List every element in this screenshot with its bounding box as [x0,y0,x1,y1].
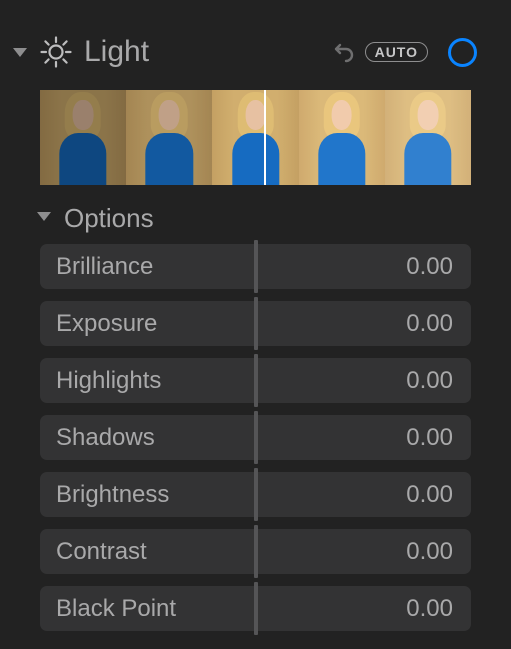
slider-contrast[interactable]: Contrast 0.00 [40,529,471,574]
slider-thumb[interactable] [254,582,258,635]
slider-value: 0.00 [406,253,453,281]
undo-icon[interactable] [331,40,355,64]
slider-thumb[interactable] [254,297,258,350]
chevron-down-icon [34,206,54,231]
slider-thumb[interactable] [254,525,258,578]
slider-shadows[interactable]: Shadows 0.00 [40,415,471,460]
light-adjust-panel: Light AUTO Options Brilliance0.00Exposur… [0,0,511,631]
enable-toggle[interactable] [448,38,477,67]
slider-thumb[interactable] [254,468,258,521]
slider-label: Highlights [40,367,161,395]
slider-highlights[interactable]: Highlights 0.00 [40,358,471,403]
sliders-list: Brilliance 0.00 Exposure 0.00 Highlights 0.00… [0,244,511,631]
slider-label: Exposure [40,310,157,338]
slider-label: Contrast [40,538,147,566]
sun-icon [40,36,72,68]
light-preview-strip[interactable] [40,90,471,185]
slider-exposure[interactable]: Exposure 0.00 [40,301,471,346]
preview-thumb [212,90,298,185]
slider-value: 0.00 [406,424,453,452]
slider-label: Black Point [40,595,176,623]
chevron-down-icon[interactable] [10,42,30,62]
strip-handle[interactable] [264,90,266,185]
preview-thumb [40,90,126,185]
slider-value: 0.00 [406,310,453,338]
slider-thumb[interactable] [254,411,258,464]
slider-brightness[interactable]: Brightness 0.00 [40,472,471,517]
slider-value: 0.00 [406,481,453,509]
options-title: Options [64,203,154,234]
slider-value: 0.00 [406,595,453,623]
panel-title: Light [84,35,321,69]
slider-label: Brilliance [40,253,153,281]
auto-button[interactable]: AUTO [365,42,428,62]
slider-label: Brightness [40,481,169,509]
slider-value: 0.00 [406,367,453,395]
slider-black-point[interactable]: Black Point 0.00 [40,586,471,631]
preview-thumb [299,90,385,185]
slider-value: 0.00 [406,538,453,566]
slider-thumb[interactable] [254,240,258,293]
slider-brilliance[interactable]: Brilliance 0.00 [40,244,471,289]
preview-thumb [385,90,471,185]
slider-thumb[interactable] [254,354,258,407]
light-header: Light AUTO [0,28,511,76]
options-header[interactable]: Options [34,203,511,234]
slider-label: Shadows [40,424,155,452]
preview-thumb [126,90,212,185]
